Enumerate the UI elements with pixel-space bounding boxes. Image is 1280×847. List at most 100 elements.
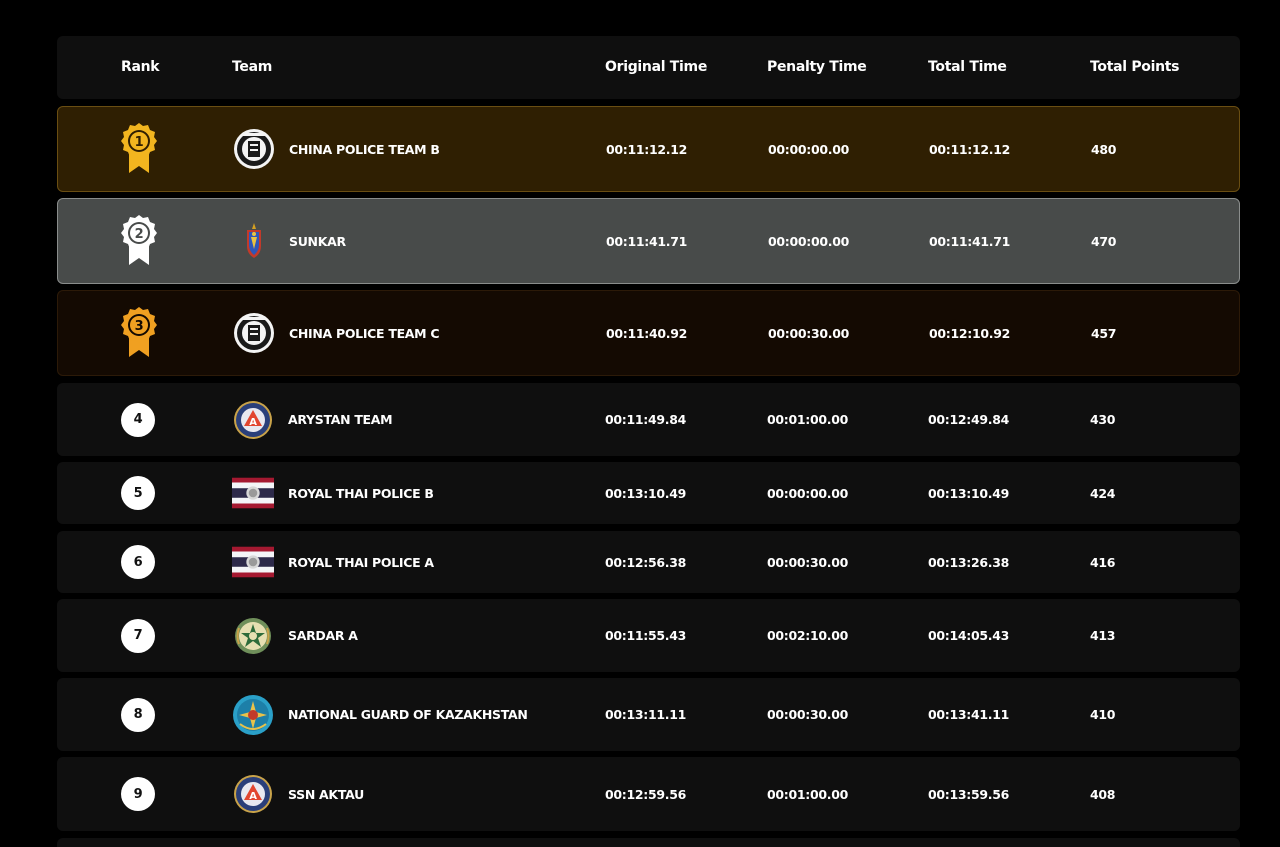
penalty-time: 00:00:00.00 xyxy=(768,141,850,157)
silver-medal-icon: 2 xyxy=(121,215,157,265)
team-name: SARDAR A xyxy=(288,628,358,643)
table-row[interactable]: 1 CHINA POLICE TEAM B 00:11:12.12 00:00:… xyxy=(57,106,1240,192)
gold-medal-icon: 1 xyxy=(121,123,157,173)
total-points: 457 xyxy=(1091,325,1117,341)
total-points: 416 xyxy=(1090,554,1116,570)
original-time: 00:12:59.56 xyxy=(605,786,687,802)
original-time: 00:11:49.84 xyxy=(605,412,687,427)
header-penalty-time[interactable]: Penalty Time xyxy=(767,36,867,99)
total-time: 00:13:59.56 xyxy=(928,786,1010,802)
team-logo: A xyxy=(232,757,274,831)
penalty-time: 00:00:00.00 xyxy=(767,485,849,501)
team-logo xyxy=(233,291,275,375)
table-row[interactable]: 9 A SSN AKTAU 00:12:59.56 00:01:00.00 00… xyxy=(57,757,1240,831)
total-time: 00:11:41.71 xyxy=(929,233,1011,249)
penalty-time: 00:00:30.00 xyxy=(767,554,849,570)
table-row[interactable]: 5 ROYAL THAI POLICE B 00:13:10.49 00:00:… xyxy=(57,462,1240,524)
team-logo xyxy=(232,678,274,751)
svg-text:A: A xyxy=(249,417,257,428)
table-row[interactable]: 3 CHINA POLICE TEAM C 00:11:40.92 00:00:… xyxy=(57,290,1240,376)
header-rank[interactable]: Rank xyxy=(121,36,160,99)
bronze-medal-icon: 3 xyxy=(121,307,157,357)
penalty-time: 00:01:00.00 xyxy=(767,412,849,427)
total-points: 410 xyxy=(1090,707,1116,722)
china-police-emblem-icon xyxy=(234,129,274,169)
rank-cell: 4 xyxy=(105,383,171,456)
original-time: 00:11:12.12 xyxy=(606,141,688,157)
rank-cell: 7 xyxy=(105,599,171,672)
table-row-partial xyxy=(57,838,1240,847)
rank-cell: 3 xyxy=(106,291,172,375)
total-points: 480 xyxy=(1091,141,1117,157)
total-time: 00:11:12.12 xyxy=(929,141,1011,157)
total-time: 00:13:41.11 xyxy=(928,707,1010,722)
team-name: SSN AKTAU xyxy=(288,786,364,802)
total-points: 413 xyxy=(1090,628,1116,643)
leaderboard-header: Rank Team Original Time Penalty Time Tot… xyxy=(57,36,1240,99)
team-logo xyxy=(232,462,274,524)
team-name: NATIONAL GUARD OF KAZAKHSTAN xyxy=(288,707,528,722)
total-time: 00:14:05.43 xyxy=(928,628,1010,643)
team-logo xyxy=(232,599,274,672)
rank-number: 1 xyxy=(135,135,144,150)
team-logo xyxy=(233,107,275,191)
rank-badge: 8 xyxy=(121,697,155,732)
team-name: ROYAL THAI POLICE B xyxy=(288,485,434,501)
penalty-time: 00:00:00.00 xyxy=(768,233,850,249)
original-time: 00:13:11.11 xyxy=(605,707,687,722)
total-time: 00:13:10.49 xyxy=(928,485,1010,501)
rank-cell: 9 xyxy=(105,757,171,831)
rank-number: 3 xyxy=(135,319,144,334)
royal-thai-police-flag-icon xyxy=(232,546,274,578)
total-points: 470 xyxy=(1091,233,1117,249)
team-logo: A xyxy=(232,383,274,456)
sardar-emblem-icon xyxy=(235,617,271,654)
total-time: 00:12:10.92 xyxy=(929,325,1011,341)
table-row[interactable]: 2 SUNKAR 00:11:41.71 00:00:00.00 00:11:4… xyxy=(57,198,1240,284)
penalty-time: 00:02:10.00 xyxy=(767,628,849,643)
header-team[interactable]: Team xyxy=(232,36,272,99)
header-total-time[interactable]: Total Time xyxy=(928,36,1007,99)
team-name: CHINA POLICE TEAM B xyxy=(289,141,440,157)
total-points: 424 xyxy=(1090,485,1116,501)
original-time: 00:11:41.71 xyxy=(606,233,688,249)
total-points: 408 xyxy=(1090,786,1116,802)
team-name: CHINA POLICE TEAM C xyxy=(289,325,440,341)
rank-cell: 2 xyxy=(106,199,172,283)
royal-thai-police-flag-icon xyxy=(232,477,274,509)
svg-text:A: A xyxy=(249,791,257,802)
original-time: 00:13:10.49 xyxy=(605,485,687,501)
penalty-time: 00:00:30.00 xyxy=(767,707,849,722)
arystan-emblem-icon: A xyxy=(234,400,272,439)
penalty-time: 00:00:30.00 xyxy=(768,325,850,341)
table-row[interactable]: 8 NATIONAL GUARD OF KAZAKHSTAN 00:13:11.… xyxy=(57,678,1240,751)
team-logo xyxy=(233,199,275,283)
rank-cell: 8 xyxy=(105,678,171,751)
table-row[interactable]: 6 ROYAL THAI POLICE A 00:12:56.38 00:00:… xyxy=(57,531,1240,593)
rank-cell: 1 xyxy=(106,107,172,191)
team-name: SUNKAR xyxy=(289,233,346,249)
original-time: 00:11:40.92 xyxy=(606,325,688,341)
header-original-time[interactable]: Original Time xyxy=(605,36,707,99)
team-name: ARYSTAN TEAM xyxy=(288,412,393,427)
total-time: 00:13:26.38 xyxy=(928,554,1010,570)
rank-cell: 5 xyxy=(105,462,171,524)
rank-badge: 7 xyxy=(121,618,155,653)
arystan-emblem-icon: A xyxy=(234,775,272,813)
china-police-emblem-icon xyxy=(234,313,274,353)
team-name: ROYAL THAI POLICE A xyxy=(288,554,434,570)
rank-badge: 5 xyxy=(121,476,155,510)
header-total-points[interactable]: Total Points xyxy=(1090,36,1180,99)
sunkar-emblem-icon xyxy=(247,223,261,258)
total-points: 430 xyxy=(1090,412,1116,427)
rank-cell: 6 xyxy=(105,531,171,593)
table-row[interactable]: 4 A ARYSTAN TEAM 00:11:49.84 00:01:00.00… xyxy=(57,383,1240,456)
rank-badge: 4 xyxy=(121,402,155,437)
team-logo xyxy=(232,531,274,593)
rank-badge: 9 xyxy=(121,777,155,811)
table-row[interactable]: 7 SARDAR A 00:11:55.43 00:02:10.00 00:14… xyxy=(57,599,1240,672)
original-time: 00:11:55.43 xyxy=(605,628,687,643)
national-guard-emblem-icon xyxy=(233,694,273,735)
original-time: 00:12:56.38 xyxy=(605,554,687,570)
rank-number: 2 xyxy=(135,227,144,242)
